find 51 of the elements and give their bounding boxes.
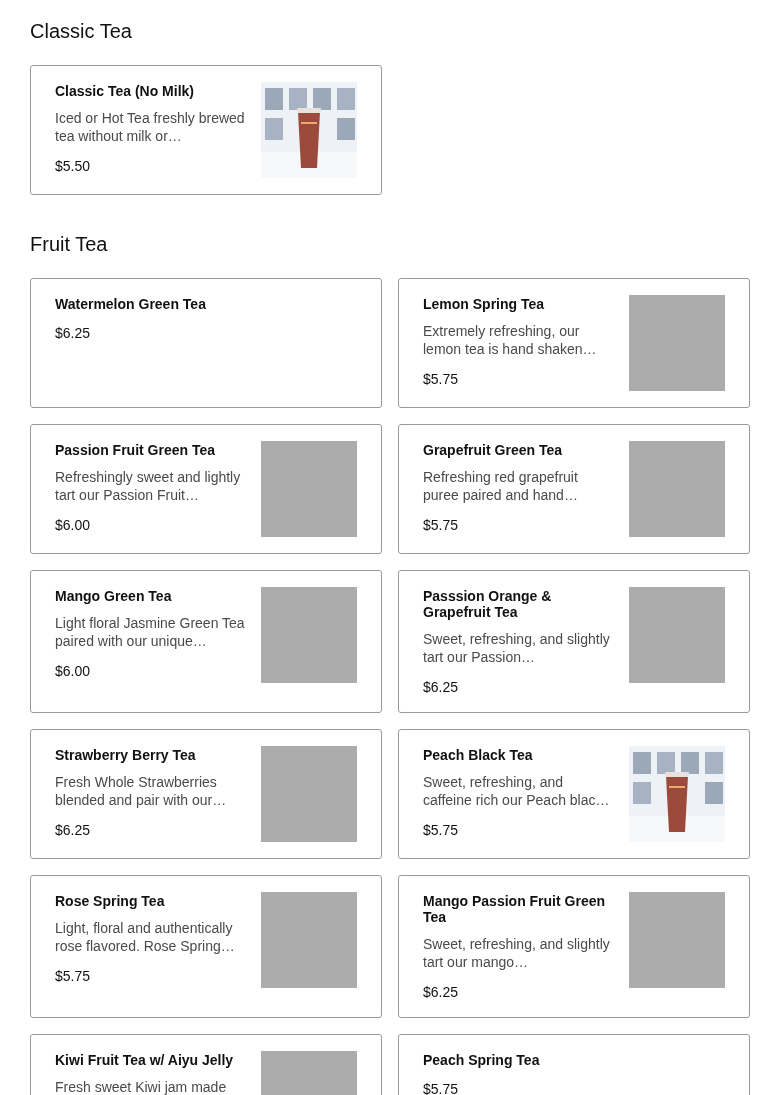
- item-price: $6.00: [55, 662, 92, 680]
- menu-item-card[interactable]: Rose Spring Tea Light, floral and authentically rose flavored. Rose Spring… $5.75: [30, 875, 382, 1018]
- item-description: Light floral Jasmine Green Tea paired with our unique…: [55, 614, 245, 650]
- item-description: Sweet, refreshing, and slightly tart our mango…: [423, 935, 611, 971]
- item-name: Strawberry Berry Tea: [55, 747, 197, 763]
- menu-item-card[interactable]: Grapefruit Green Tea Refreshing red grapefruit puree paired and hand… $5.75: [398, 424, 750, 554]
- item-price: $6.25: [423, 678, 460, 696]
- item-name: Watermelon Green Tea: [55, 296, 207, 312]
- menu-item-card[interactable]: Watermelon Green Tea $6.25: [30, 278, 382, 408]
- item-price: $6.25: [423, 983, 460, 1001]
- menu-item-card[interactable]: Kiwi Fruit Tea w/ Aiyu Jelly Fresh sweet Kiwi jam made: [30, 1034, 382, 1095]
- item-description: Fresh Whole Strawberries blended and pair with our…: [55, 773, 228, 809]
- item-description: Sweet, refreshing, and slightly tart our Passion…: [423, 630, 611, 666]
- item-name: Peach Black Tea: [423, 747, 534, 763]
- item-name: Kiwi Fruit Tea w/ Aiyu Jelly: [55, 1052, 235, 1068]
- item-name: Mango Passion Fruit Green Tea: [423, 893, 607, 925]
- item-price: $6.25: [55, 821, 92, 839]
- item-name: Rose Spring Tea: [55, 893, 166, 909]
- item-description: Refreshingly sweet and lightly tart our Passion Fruit…: [55, 468, 242, 504]
- item-price: $5.75: [423, 1080, 460, 1095]
- item-description: Fresh sweet Kiwi jam made: [55, 1078, 228, 1095]
- item-name: Peach Spring Tea: [423, 1052, 541, 1068]
- item-name: Mango Green Tea: [55, 588, 173, 604]
- item-price: $6.25: [55, 324, 92, 342]
- section-title: Fruit Tea: [30, 232, 109, 257]
- item-name: Lemon Spring Tea: [423, 296, 546, 312]
- item-name: Classic Tea (No Milk): [55, 83, 195, 99]
- item-name: Passsion Orange & Grapefruit Tea: [423, 588, 553, 620]
- menu-item-card[interactable]: Lemon Spring Tea Extremely refreshing, our lemon tea is hand shaken… $5.75: [398, 278, 750, 408]
- item-description: Extremely refreshing, our lemon tea is hand shaken…: [423, 322, 598, 358]
- item-name: Passion Fruit Green Tea: [55, 442, 216, 458]
- menu-item-card[interactable]: Mango Green Tea Light floral Jasmine Green Tea paired with our unique… $6.00: [30, 570, 382, 713]
- item-name: Grapefruit Green Tea: [423, 442, 563, 458]
- item-price: $6.00: [55, 516, 92, 534]
- menu-item-card[interactable]: Peach Black Tea Sweet, refreshing, and caffeine rich our Peach blac… $5.75: [398, 729, 750, 859]
- item-price: $5.75: [423, 821, 460, 839]
- item-description: Refreshing red grapefruit puree paired and hand…: [423, 468, 579, 504]
- menu-item-card[interactable]: Strawberry Berry Tea Fresh Whole Strawberries blended and pair with our… $6.25: [30, 729, 382, 859]
- menu-item-card[interactable]: Passion Fruit Green Tea Refreshingly sweet and lightly tart our Passion Fruit… $6.00: [30, 424, 382, 554]
- section-title: Classic Tea: [30, 19, 133, 44]
- menu-item-card[interactable]: Classic Tea (No Milk) Iced or Hot Tea freshly brewed tea without milk or… $5.50: [30, 65, 382, 195]
- item-price: $5.75: [423, 370, 460, 388]
- item-price: $5.75: [55, 967, 92, 985]
- menu-item-card[interactable]: Passsion Orange & Grapefruit Tea Sweet, refreshing, and slightly tart our Passion… $6.25: [398, 570, 750, 713]
- item-description: Sweet, refreshing, and caffeine rich our Peach blac…: [423, 773, 611, 809]
- item-description: Light, floral and authentically rose flavored. Rose Spring…: [55, 919, 236, 955]
- menu-item-card[interactable]: Peach Spring Tea $5.75: [398, 1034, 750, 1095]
- item-price: $5.50: [55, 157, 92, 175]
- item-description: Iced or Hot Tea freshly brewed tea without milk or…: [55, 109, 245, 145]
- menu-item-card[interactable]: Mango Passion Fruit Green Tea Sweet, refreshing, and slightly tart our mango… $6.25: [398, 875, 750, 1018]
- item-price: $5.75: [423, 516, 460, 534]
